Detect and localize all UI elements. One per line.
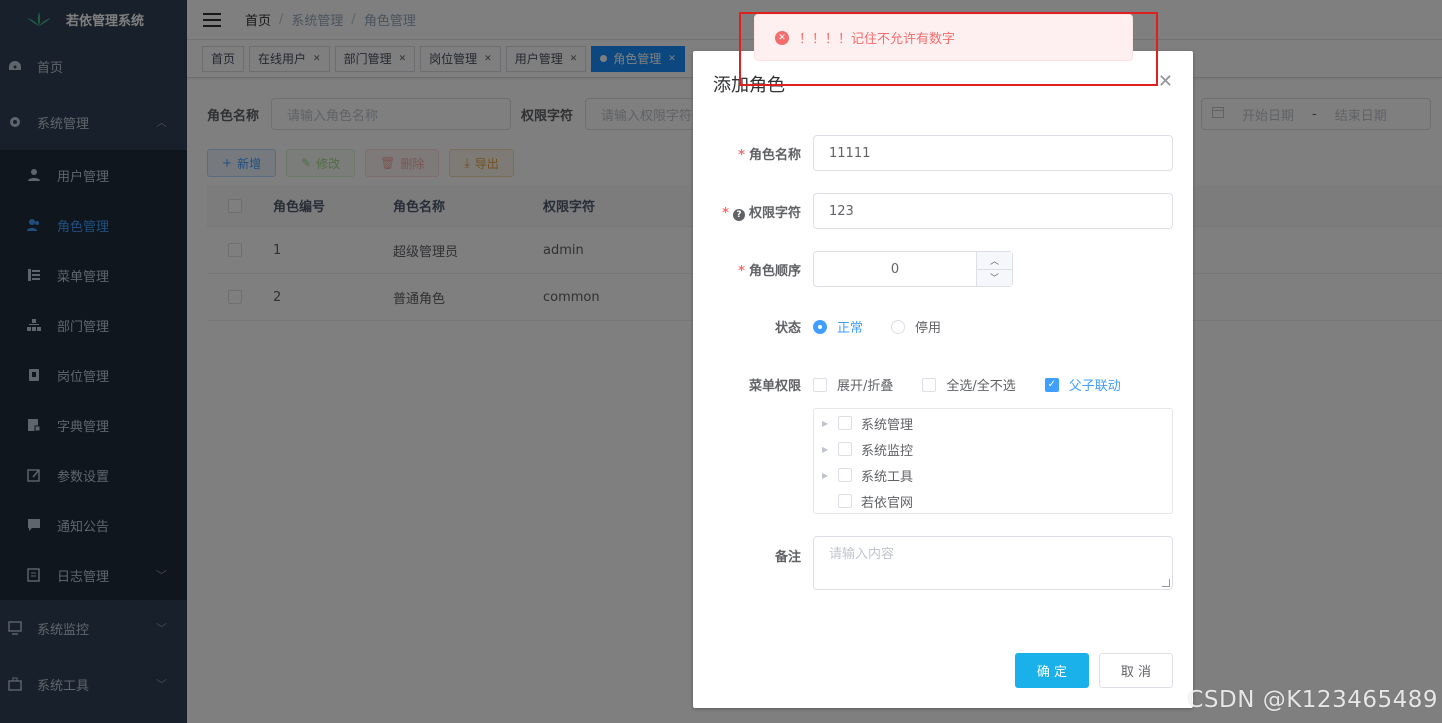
role-key-row: *? 权限字符 123: [693, 193, 1173, 229]
checkbox-label: 父子联动: [1068, 379, 1121, 394]
role-name-label: * 角色名称: [693, 144, 813, 163]
check-icon: ✓: [1044, 377, 1059, 392]
linkage-checkbox[interactable]: ✓ 父子联动: [1044, 375, 1121, 394]
watermark: CSDN @K123465489: [1187, 687, 1438, 713]
confirm-button[interactable]: 确 定: [1015, 653, 1089, 688]
menu-perm-row: 菜单权限 展开/折叠 全选/全不选 ✓ 父子联动: [693, 375, 1150, 394]
radio-dot: [813, 319, 827, 334]
label-text: 角色顺序: [748, 263, 801, 279]
role-name-row: * 角色名称 11111: [693, 135, 1173, 171]
menu-tree: ▶ 系统管理 ▶ 系统监控 ▶ 系统工具 若依官网: [813, 408, 1173, 514]
required-mark: *: [722, 205, 729, 221]
caret-right-icon[interactable]: ▶: [822, 471, 838, 480]
remark-row: 备注 请输入内容: [693, 536, 1173, 590]
radio-dot: [891, 319, 906, 334]
expand-checkbox[interactable]: 展开/折叠: [813, 375, 893, 394]
add-role-dialog: 添加角色 ✕ * 角色名称 11111 *? 权限字符 123 * 角色顺序 0 ︿ ﹀…: [693, 51, 1193, 708]
tree-checkbox[interactable]: [838, 494, 852, 508]
chevron-down-icon[interactable]: ﹀: [977, 270, 1012, 287]
role-sort-stepper[interactable]: 0 ︿ ﹀: [813, 251, 1013, 287]
caret-right-icon[interactable]: ▶: [822, 445, 838, 454]
status-normal-radio[interactable]: 正常: [813, 317, 863, 336]
tree-checkbox[interactable]: [838, 442, 852, 456]
label-text: 权限字符: [748, 205, 801, 221]
radio-label: 停用: [915, 321, 942, 336]
checkbox-label: 全选/全不选: [946, 379, 1016, 394]
textarea-placeholder: 请输入内容: [829, 547, 895, 562]
checkbox-box: [922, 377, 937, 392]
remark-textarea[interactable]: 请输入内容: [813, 536, 1173, 590]
role-key-input[interactable]: 123: [813, 193, 1173, 229]
tree-node-label: 系统监控: [861, 443, 914, 459]
role-sort-label: * 角色顺序: [693, 260, 813, 279]
tree-node[interactable]: ▶ 系统监控: [814, 436, 1172, 462]
tree-node[interactable]: 若依官网: [814, 488, 1172, 514]
radio-label: 正常: [837, 321, 864, 336]
tree-checkbox[interactable]: [838, 468, 852, 482]
chevron-up-icon[interactable]: ︿: [977, 252, 1012, 270]
tree-node-label: 系统工具: [861, 469, 914, 485]
remark-label: 备注: [774, 550, 801, 565]
tree-node-label: 若依官网: [861, 495, 914, 511]
tree-checkbox[interactable]: [838, 416, 852, 430]
role-name-input[interactable]: 11111: [813, 135, 1173, 171]
status-disabled-radio[interactable]: 停用: [891, 317, 941, 336]
tree-node[interactable]: ▶ 系统工具: [814, 462, 1172, 488]
cancel-button[interactable]: 取 消: [1099, 653, 1173, 688]
required-mark: *: [738, 147, 745, 163]
tree-node[interactable]: ▶ 系统管理: [814, 410, 1172, 436]
checkbox-label: 展开/折叠: [837, 379, 894, 394]
role-sort-row: * 角色顺序 0 ︿ ﹀: [693, 251, 1013, 287]
checkbox-box: [813, 377, 827, 392]
caret-right-icon[interactable]: ▶: [822, 419, 838, 428]
close-icon[interactable]: ✕: [1158, 71, 1173, 92]
status-row: 状态 正常 停用: [693, 317, 969, 336]
select-all-checkbox[interactable]: 全选/全不选: [922, 375, 1016, 394]
menu-perm-label: 菜单权限: [748, 379, 801, 394]
resize-handle-icon[interactable]: [1162, 579, 1170, 587]
status-label: 状态: [774, 321, 801, 336]
tree-node-label: 系统管理: [861, 417, 914, 433]
stepper-value[interactable]: 0: [814, 252, 976, 286]
role-key-label: *? 权限字符: [693, 202, 813, 221]
label-text: 角色名称: [748, 147, 801, 163]
highlight-box: [739, 12, 1158, 86]
question-icon[interactable]: ?: [732, 208, 745, 221]
required-mark: *: [738, 263, 745, 279]
